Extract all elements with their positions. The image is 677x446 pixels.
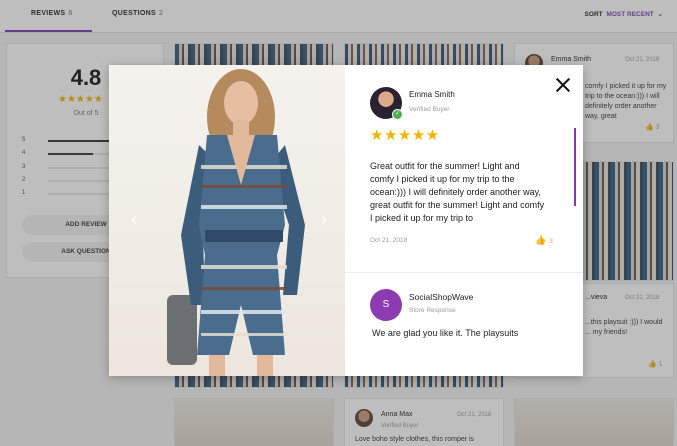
reviewer-status: Verified Buyer	[409, 106, 450, 113]
store-response-text: We are glad you like it. The playsuits	[372, 328, 519, 338]
verified-check-icon: ✓	[392, 109, 403, 120]
next-photo-button[interactable]: ›	[317, 209, 331, 229]
review-scrollbar[interactable]	[574, 128, 576, 206]
thumbs-up-icon: 👍	[535, 235, 547, 245]
store-name: SocialShopWave	[409, 292, 474, 302]
review-date: Oct 21, 2018	[370, 237, 408, 244]
review-text: Great outfit for the summer! Light and c…	[370, 161, 545, 223]
divider	[345, 272, 583, 273]
review-modal: ‹ › ✓ Emma Smith Verified Buyer ★★★★★ Gr…	[109, 65, 583, 376]
like-count: 3	[549, 238, 553, 245]
close-icon[interactable]	[555, 77, 571, 93]
reviewer-name: Emma Smith	[409, 90, 455, 99]
modal-review-details: ✓ Emma Smith Verified Buyer ★★★★★ Great …	[345, 65, 583, 376]
playsuit-photo-illustration	[167, 69, 305, 376]
review-stars: ★★★★★	[370, 127, 440, 144]
modal-review-photo: ‹ ›	[109, 65, 345, 376]
store-avatar: S	[370, 289, 402, 321]
like-button[interactable]: 👍 3	[535, 235, 553, 246]
store-response-label: Store Response	[409, 307, 456, 314]
previous-photo-button[interactable]: ‹	[127, 209, 141, 229]
